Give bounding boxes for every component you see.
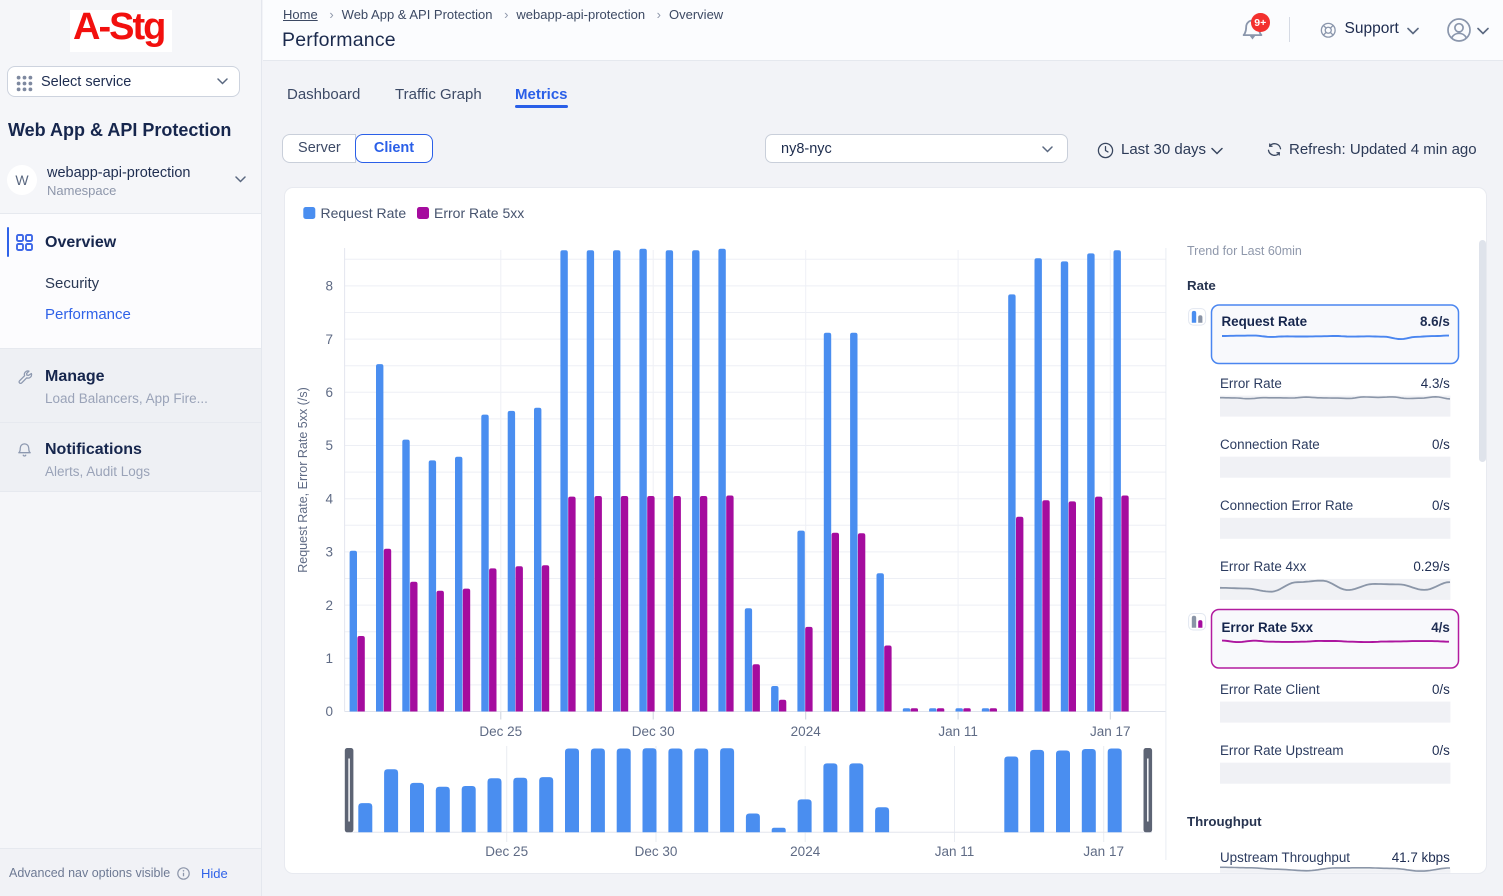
svg-text:2024: 2024 [791, 724, 822, 739]
svg-text:Request Rate: Request Rate [321, 205, 407, 221]
svg-text:Dec 25: Dec 25 [479, 724, 522, 739]
svg-text:Jan 11: Jan 11 [935, 844, 975, 859]
svg-text:2024: 2024 [790, 844, 821, 859]
svg-text:8: 8 [325, 279, 333, 294]
svg-text:Error Rate 5xx: Error Rate 5xx [434, 205, 524, 221]
svg-text:Jan 11: Jan 11 [938, 724, 978, 739]
svg-text:6: 6 [325, 385, 333, 400]
svg-text:Dec 25: Dec 25 [485, 844, 528, 859]
svg-text:2: 2 [325, 598, 333, 613]
svg-text:1: 1 [325, 651, 333, 666]
svg-text:5: 5 [325, 438, 333, 453]
svg-text:4: 4 [325, 491, 333, 506]
svg-text:Jan 17: Jan 17 [1090, 724, 1131, 739]
svg-text:3: 3 [325, 545, 333, 560]
svg-text:Dec 30: Dec 30 [635, 844, 678, 859]
svg-text:Dec 30: Dec 30 [632, 724, 675, 739]
svg-text:0: 0 [325, 704, 333, 719]
svg-text:Jan 17: Jan 17 [1083, 844, 1124, 859]
svg-text:7: 7 [325, 332, 333, 347]
svg-text:Request Rate, Error Rate 5xx (: Request Rate, Error Rate 5xx (/s) [296, 387, 310, 572]
